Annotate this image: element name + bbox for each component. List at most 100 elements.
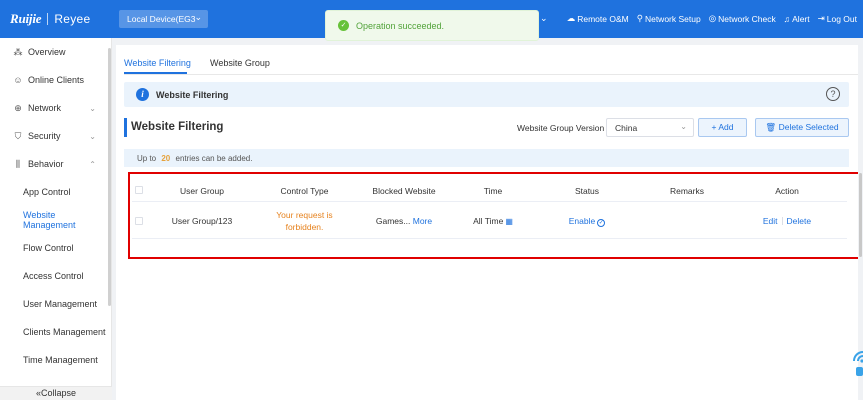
- limit-prefix: Up to: [137, 154, 157, 163]
- shield-icon: ⛉: [14, 130, 22, 141]
- website-group-version-select[interactable]: China ⌄: [606, 118, 694, 137]
- user-icon: ☺: [13, 75, 23, 85]
- wifi-assistant-icon[interactable]: [850, 348, 863, 378]
- row-checkbox[interactable]: [135, 217, 143, 225]
- tab-website-filtering[interactable]: Website Filtering: [124, 58, 191, 68]
- sidebar-item-time-management[interactable]: Time Management: [0, 350, 108, 370]
- chevron-down-icon: ⌄: [680, 122, 687, 131]
- edit-link[interactable]: Edit: [763, 216, 778, 226]
- cell-status: Enable ✓: [552, 216, 622, 227]
- header-nav: ☁ Remote O&M ⚲ Network Setup ◎ Network C…: [567, 13, 857, 24]
- tabs-divider: [124, 74, 858, 75]
- chevron-down-icon: ⌄: [89, 103, 96, 113]
- delete-selected-button[interactable]: 🗑︎ Delete Selected: [755, 118, 849, 137]
- cell-control-type: Your request is forbidden.: [262, 209, 347, 233]
- sidebar-item-user-management[interactable]: User Management: [0, 294, 108, 314]
- section-accent: [124, 118, 127, 137]
- chevron-down-icon: ⌄: [194, 12, 202, 22]
- sidebar-item-access-control[interactable]: Access Control: [0, 266, 108, 286]
- plus-icon: +: [711, 122, 717, 132]
- sidebar-item-label: App Control: [23, 187, 71, 197]
- calendar-icon[interactable]: ▦: [505, 217, 513, 226]
- sidebar-item-flow-control[interactable]: Flow Control: [0, 238, 108, 258]
- chevron-up-icon: ⌃: [89, 159, 96, 169]
- time-value: All Time: [473, 216, 504, 226]
- action-divider: [781, 217, 783, 225]
- sidebar-item-website-management[interactable]: Website Management: [0, 210, 108, 230]
- sidebar-item-network[interactable]: ⊕ Network ⌄: [0, 98, 108, 118]
- info-bar-title: Website Filtering: [156, 90, 229, 100]
- sidebar-item-label: Online Clients: [28, 75, 85, 85]
- nav-label: Network Check: [718, 13, 776, 24]
- add-button[interactable]: + Add: [698, 118, 747, 137]
- cell-user-group: User Group/123: [171, 216, 233, 226]
- table-header: User Group Control Type Blocked Website …: [132, 178, 847, 202]
- nav-logout[interactable]: ⇥ Log Out: [818, 13, 857, 24]
- section-title: Website Filtering: [131, 121, 224, 133]
- status-value[interactable]: Enable: [569, 216, 595, 226]
- device-selector[interactable]: Local Device(EG3 ⌄: [119, 10, 208, 28]
- info-icon: i: [136, 88, 149, 101]
- nav-label: Network Setup: [644, 13, 701, 24]
- sidebar-item-clients-management[interactable]: Clients Management: [0, 322, 108, 342]
- header-time: Time: [483, 186, 503, 196]
- trash-icon: 🗑︎: [765, 122, 777, 132]
- tab-website-group[interactable]: Website Group: [210, 58, 270, 68]
- page-scrollbar[interactable]: [859, 173, 862, 257]
- chevron-down-icon[interactable]: ⌄: [540, 13, 548, 24]
- chevron-down-icon: ⌄: [89, 131, 96, 141]
- behavior-icon: ⫼: [15, 158, 21, 169]
- sidebar-scrollbar[interactable]: [108, 48, 111, 306]
- limit-count: 20: [161, 154, 171, 163]
- nav-remote-om[interactable]: ☁ Remote O&M: [567, 13, 629, 24]
- sidebar-item-label: User Management: [23, 299, 98, 309]
- sidebar-item-label: Clients Management: [23, 327, 106, 337]
- nav-alert[interactable]: ♫ Alert: [784, 13, 810, 24]
- brand-logo: Ruijie Reyee: [10, 11, 91, 27]
- select-all-checkbox[interactable]: [135, 186, 143, 194]
- network-setup-icon: ⚲: [636, 13, 643, 23]
- website-filtering-table: User Group Control Type Blocked Website …: [132, 178, 847, 240]
- sidebar-item-online-clients[interactable]: ☺ Online Clients: [0, 70, 108, 90]
- brand-divider: [47, 13, 49, 25]
- cell-blocked-website: Games... More: [360, 216, 448, 226]
- cell-time: All Time ▦: [458, 216, 528, 226]
- header-remarks: Remarks: [669, 186, 704, 196]
- check-circle-icon: ✓: [338, 20, 349, 31]
- main-panel: Website Filtering Website Group i Websit…: [116, 45, 858, 400]
- sidebar-item-label: Time Management: [23, 355, 98, 365]
- nav-network-check[interactable]: ◎ Network Check: [709, 13, 776, 24]
- sidebar-item-security[interactable]: ⛉ Security ⌄: [0, 126, 108, 146]
- header-user-group: User Group: [180, 186, 224, 196]
- select-value: China: [615, 123, 638, 133]
- more-link[interactable]: More: [413, 216, 432, 226]
- add-label: Add: [718, 122, 734, 132]
- header-control-type: Control Type: [280, 186, 329, 196]
- sidebar-item-app-control[interactable]: App Control: [0, 182, 108, 202]
- device-name: Local Device(EG3: [127, 14, 196, 24]
- check-circle-icon: ✓: [597, 219, 606, 227]
- sidebar-item-label: Behavior: [28, 159, 64, 169]
- sidebar-item-behavior[interactable]: ⫼ Behavior ⌃: [0, 154, 108, 174]
- sidebar-item-label: Overview: [28, 47, 66, 57]
- header-action: Action: [775, 186, 799, 196]
- cell-action: Edit Delete: [757, 216, 817, 226]
- nav-label: Remote O&M: [577, 13, 629, 24]
- header-blocked-website: Blocked Website: [372, 186, 436, 196]
- header-status: Status: [574, 186, 600, 196]
- nav-network-setup[interactable]: ⚲ Network Setup: [637, 13, 701, 24]
- collapse-button[interactable]: «Collapse: [0, 386, 112, 400]
- sidebar-item-label: Flow Control: [23, 243, 74, 253]
- sidebar-item-label: Security: [28, 131, 61, 141]
- sidebar-item-overview[interactable]: ⁂ Overview: [0, 42, 108, 62]
- help-icon[interactable]: ?: [826, 87, 840, 101]
- sidebar: ⁂ Overview ☺ Online Clients ⊕ Network ⌄ …: [0, 38, 112, 400]
- sidebar-item-label: Network: [28, 103, 62, 113]
- collapse-label: Collapse: [40, 388, 77, 398]
- table-row: User Group/123 Your request is forbidden…: [132, 203, 847, 239]
- delete-link[interactable]: Delete: [787, 216, 812, 226]
- brand-subname: Reyee: [54, 12, 91, 26]
- bell-icon: ♫: [783, 13, 791, 24]
- limit-suffix: entries can be added.: [175, 154, 253, 163]
- delete-selected-label: Delete Selected: [778, 122, 839, 132]
